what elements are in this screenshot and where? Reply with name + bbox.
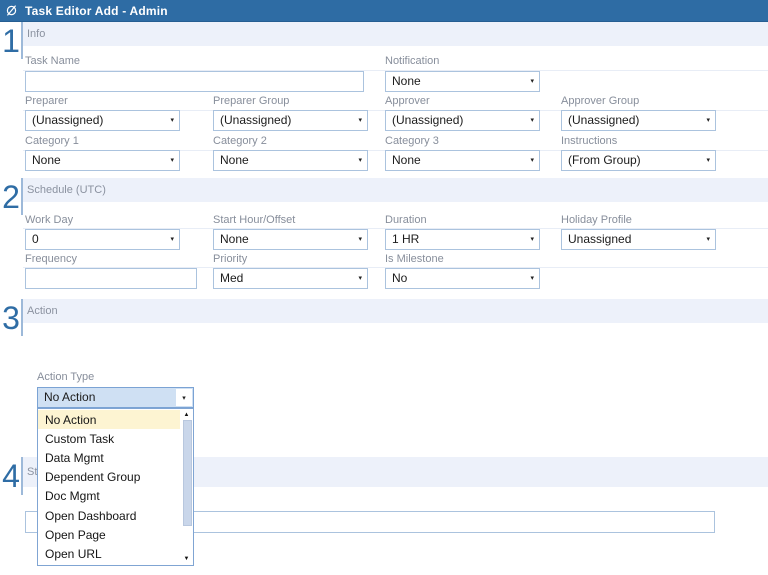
window-title: Task Editor Add - Admin: [25, 3, 168, 18]
instructions-select[interactable]: (From Group) ▾: [561, 150, 716, 171]
option-no-action[interactable]: No Action: [38, 410, 180, 430]
section-2-header: Schedule (UTC): [23, 178, 768, 202]
chevron-down-icon: ▾: [358, 117, 362, 124]
work-day-label: Work Day: [25, 214, 74, 226]
chevron-down-icon: ▾: [530, 236, 534, 243]
option-dependent-group[interactable]: Dependent Group: [38, 468, 180, 487]
section-3-header: Action: [23, 299, 768, 323]
preparer-label: Preparer: [25, 95, 68, 107]
chevron-down-icon: ▾: [176, 389, 192, 406]
app-logo-icon: [5, 4, 18, 17]
category1-select[interactable]: None ▾: [25, 150, 180, 171]
scrollbar-thumb[interactable]: [183, 420, 192, 526]
chevron-down-icon: ▾: [706, 236, 710, 243]
category3-label: Category 3: [385, 135, 439, 147]
chevron-down-icon: ▾: [358, 275, 362, 282]
dropdown-options: No Action Custom Task Data Mgmt Dependen…: [38, 410, 180, 564]
holiday-profile-label: Holiday Profile: [561, 214, 632, 226]
action-type-dropdown-list: No Action Custom Task Data Mgmt Dependen…: [37, 408, 194, 566]
notification-label: Notification: [385, 55, 440, 67]
action-type-label: Action Type: [37, 371, 95, 383]
task-name-label: Task Name: [25, 55, 81, 67]
duration-label: Duration: [385, 214, 427, 226]
category2-select[interactable]: None ▾: [213, 150, 368, 171]
approver-group-select[interactable]: (Unassigned) ▾: [561, 110, 716, 131]
preparer-group-select[interactable]: (Unassigned) ▾: [213, 110, 368, 131]
scroll-up-icon[interactable]: ▲: [180, 410, 193, 420]
start-hour-offset-select[interactable]: None ▾: [213, 229, 368, 250]
is-milestone-select[interactable]: No ▾: [385, 268, 540, 289]
option-custom-task[interactable]: Custom Task: [38, 429, 180, 448]
option-doc-mgmt[interactable]: Doc Mgmt: [38, 487, 180, 506]
frequency-label: Frequency: [25, 253, 77, 265]
chevron-down-icon: ▾: [530, 78, 534, 85]
dropdown-scrollbar[interactable]: ▲ ▼: [180, 409, 193, 565]
duration-select[interactable]: 1 HR ▾: [385, 229, 540, 250]
chevron-down-icon: ▾: [170, 236, 174, 243]
chevron-down-icon: ▾: [530, 275, 534, 282]
option-data-mgmt[interactable]: Data Mgmt: [38, 448, 180, 467]
option-open-page[interactable]: Open Page: [38, 525, 180, 544]
task-name-input[interactable]: [25, 71, 364, 92]
chevron-down-icon: ▾: [358, 157, 362, 164]
priority-label: Priority: [213, 253, 248, 265]
section-3-number: 3: [2, 300, 20, 336]
section-2-title: Schedule (UTC): [27, 184, 106, 196]
category1-label: Category 1: [25, 135, 79, 147]
titlebar: Task Editor Add - Admin: [0, 0, 768, 22]
option-open-dashboard[interactable]: Open Dashboard: [38, 506, 180, 525]
approver-label: Approver: [385, 95, 430, 107]
chevron-down-icon: ▾: [530, 117, 534, 124]
chevron-down-icon: ▾: [706, 117, 710, 124]
scroll-down-icon[interactable]: ▼: [180, 554, 193, 564]
start-hour-offset-label: Start Hour/Offset: [213, 214, 296, 226]
section-3-title: Action: [27, 305, 58, 317]
priority-select[interactable]: Med ▾: [213, 268, 368, 289]
notification-select[interactable]: None ▾: [385, 71, 540, 92]
preparer-select[interactable]: (Unassigned) ▾: [25, 110, 180, 131]
work-day-select[interactable]: 0 ▾: [25, 229, 180, 250]
section-1-header: Info: [23, 22, 768, 46]
chevron-down-icon: ▾: [358, 236, 362, 243]
category3-select[interactable]: None ▾: [385, 150, 540, 171]
action-type-select[interactable]: No Action ▾: [37, 387, 194, 408]
holiday-profile-select[interactable]: Unassigned ▾: [561, 229, 716, 250]
section-4-number: 4: [2, 458, 20, 494]
chevron-down-icon: ▾: [530, 157, 534, 164]
task-editor-window: Task Editor Add - Admin 1 Info Task Name…: [0, 0, 768, 575]
is-milestone-label: Is Milestone: [385, 253, 444, 265]
chevron-down-icon: ▾: [706, 157, 710, 164]
preparer-group-label: Preparer Group: [213, 95, 290, 107]
section-1-title: Info: [27, 28, 46, 40]
chevron-down-icon: ▾: [170, 157, 174, 164]
chevron-down-icon: ▾: [170, 117, 174, 124]
approver-group-label: Approver Group: [561, 95, 640, 107]
option-open-url[interactable]: Open URL: [38, 544, 180, 563]
frequency-input[interactable]: [25, 268, 197, 289]
instructions-label: Instructions: [561, 135, 618, 147]
category2-label: Category 2: [213, 135, 267, 147]
section-1-number: 1: [2, 23, 20, 59]
approver-select[interactable]: (Unassigned) ▾: [385, 110, 540, 131]
section-2-number: 2: [2, 179, 20, 215]
